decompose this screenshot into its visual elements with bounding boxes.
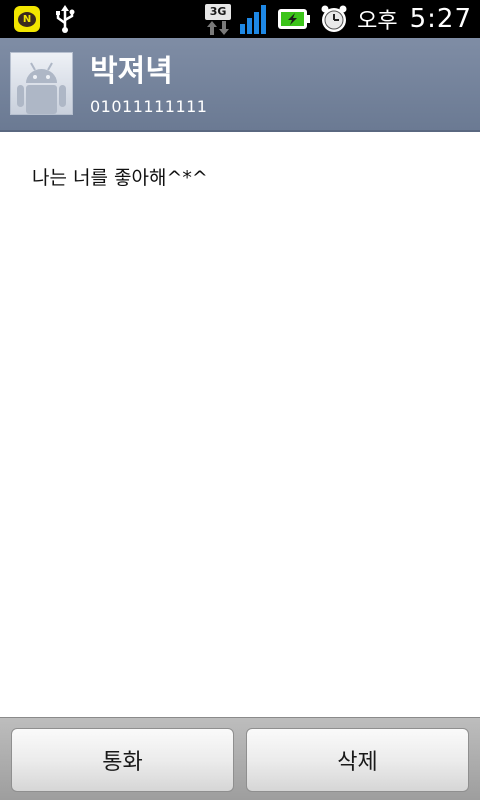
notification-area[interactable]: N (14, 5, 76, 33)
delete-button[interactable]: 삭제 (246, 728, 469, 792)
signal-bars-icon (239, 4, 269, 34)
call-button[interactable]: 통화 (11, 728, 234, 792)
usb-icon (54, 5, 76, 33)
contact-header: 박져녁 01011111111 (0, 38, 480, 132)
kakao-talk-letter: N (18, 11, 36, 27)
message-text: 나는 너를 좋아해^*^ (32, 167, 208, 189)
system-indicators: 3G 오후 5:27 (205, 2, 472, 36)
battery-charging-icon (277, 7, 311, 31)
android-avatar-icon[interactable] (10, 52, 73, 115)
contact-number: 01011111111 (90, 97, 208, 116)
ampm-label: 오후 (357, 9, 398, 34)
alarm-clock-icon (319, 4, 349, 34)
kakao-talk-icon: N (14, 6, 40, 32)
network-3g-icon: 3G (205, 3, 232, 35)
network-type-label: 3G (205, 4, 232, 20)
message-detail-screen: N 3G 오후 5:27 박져녁 01011111111 나는 너를 좋아해^*… (0, 0, 480, 800)
contact-name: 박져녁 (90, 54, 173, 89)
status-bar: N 3G 오후 5:27 (0, 0, 480, 38)
bottom-action-bar: 통화 삭제 (0, 717, 480, 800)
clock-time: 5:27 (409, 4, 472, 34)
